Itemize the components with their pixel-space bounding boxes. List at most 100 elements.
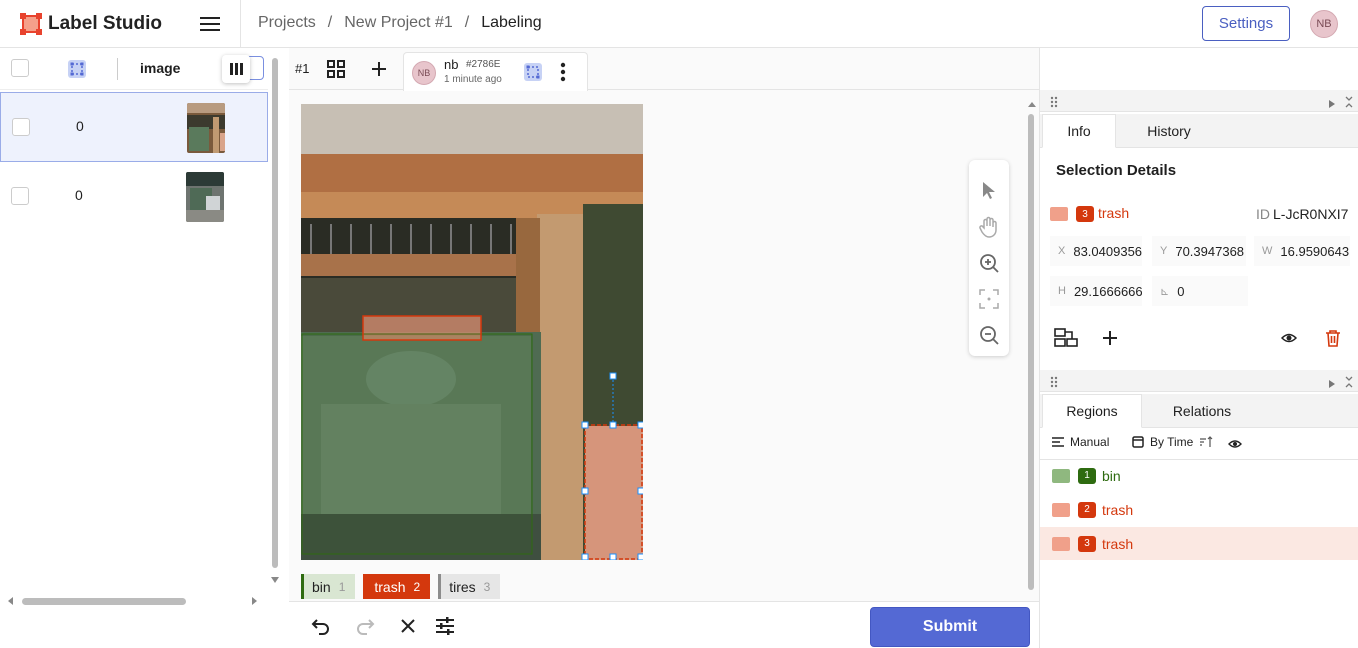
side-panels: Info History Selection Details 3 trash I… <box>1039 48 1358 648</box>
label-hotkey: 3 <box>483 579 491 594</box>
more-options-icon[interactable] <box>560 61 566 88</box>
breadcrumb-projects[interactable]: Projects <box>258 14 316 32</box>
breadcrumb-separator: / <box>327 14 333 31</box>
reset-close-icon[interactable] <box>400 618 416 639</box>
scrollbar-thumb[interactable] <box>272 58 278 568</box>
pan-hand-icon[interactable] <box>979 216 999 243</box>
annotations-column-icon <box>68 60 86 78</box>
grouping-selector[interactable]: Manual <box>1052 435 1109 449</box>
tab-info[interactable]: Info <box>1042 114 1116 148</box>
visibility-eye-icon[interactable] <box>1280 331 1298 350</box>
region-list-item[interactable]: 1 bin <box>1040 459 1358 492</box>
add-icon[interactable] <box>1102 330 1118 351</box>
app-logo[interactable]: Label Studio <box>20 13 162 35</box>
region-id-label: ID <box>1256 206 1270 222</box>
annotator-name: nb <box>444 57 459 72</box>
settings-button[interactable]: Settings <box>1202 6 1290 41</box>
row-checkbox[interactable] <box>12 118 30 136</box>
zoom-to-fit-icon[interactable] <box>979 289 999 314</box>
drag-handle-icon[interactable] <box>1050 95 1058 113</box>
region-index-badge: 3 <box>1076 206 1094 222</box>
annotator-avatar: NB <box>412 61 436 85</box>
scrollbar-thumb[interactable] <box>1028 114 1034 590</box>
breadcrumb-project[interactable]: New Project #1 <box>344 14 453 32</box>
region-id: L-JcR0NXI7 <box>1273 206 1349 222</box>
label-studio-logo-icon <box>20 13 42 35</box>
tab-relations[interactable]: Relations <box>1142 394 1262 428</box>
visibility-eye-icon[interactable] <box>1228 437 1242 455</box>
detach-panel-icon[interactable] <box>1344 95 1354 113</box>
regions-panel-header <box>1040 370 1358 392</box>
menu-hamburger-icon[interactable] <box>200 14 220 34</box>
region-list-item[interactable]: 2 trash <box>1040 493 1358 526</box>
bottom-toolbar: Submit <box>289 601 1039 648</box>
grid-view-icon[interactable] <box>327 60 345 83</box>
field-x[interactable]: X 83.0409356 <box>1050 236 1142 266</box>
user-avatar[interactable]: NB <box>1310 10 1338 38</box>
label-name: trash <box>374 578 406 595</box>
select-all-checkbox[interactable] <box>11 59 29 77</box>
breadcrumb: Projects / New Project #1 / Labeling <box>258 14 542 32</box>
label-hotkey: 1 <box>338 579 346 594</box>
delete-trash-icon[interactable] <box>1325 329 1341 352</box>
settings-sliders-icon[interactable] <box>435 616 455 641</box>
image-tools-panel <box>969 160 1009 356</box>
add-annotation-icon[interactable] <box>370 60 388 83</box>
label-trash[interactable]: trash 2 <box>363 574 431 599</box>
field-y[interactable]: Y 70.3947368 <box>1152 236 1246 266</box>
tab-history[interactable]: History <box>1116 114 1222 148</box>
region-index-badge: 1 <box>1078 467 1096 484</box>
field-w[interactable]: W 16.9590643 <box>1254 236 1350 266</box>
collapse-panel-icon[interactable] <box>1328 376 1336 394</box>
label-palette: bin 1 trash 2 tires 3 <box>301 574 501 599</box>
row-checkbox[interactable] <box>11 187 29 205</box>
field-h[interactable]: H 29.1666666 <box>1050 276 1142 306</box>
scrollbar-thumb[interactable] <box>22 598 186 605</box>
task-id: #1 <box>295 61 310 76</box>
top-bar: Label Studio Projects / New Project #1 /… <box>0 0 1358 48</box>
columns-toggle-button[interactable] <box>222 55 264 83</box>
drag-handle-icon[interactable] <box>1050 375 1058 393</box>
task-thumbnail <box>186 172 224 222</box>
region-label: bin <box>1102 467 1121 484</box>
divider <box>240 0 241 48</box>
submit-button[interactable]: Submit <box>870 607 1030 647</box>
redo-icon[interactable] <box>355 616 375 641</box>
canvas-scrollbar[interactable] <box>1027 100 1037 595</box>
task-row[interactable]: 0 <box>0 162 268 232</box>
ordering-selector[interactable]: By Time <box>1132 435 1213 449</box>
breadcrumb-current: Labeling <box>481 14 542 31</box>
region-list-item-selected[interactable]: 3 trash <box>1040 527 1358 560</box>
field-rotation[interactable]: ⊾ 0 <box>1152 276 1248 306</box>
region-index-badge: 3 <box>1078 535 1096 552</box>
task-list-scrollbar[interactable] <box>268 48 288 648</box>
region-color-swatch <box>1052 468 1070 483</box>
task-list-panel: image 0 0 <box>0 48 288 648</box>
info-panel-header <box>1040 90 1358 112</box>
label-bin[interactable]: bin 1 <box>301 574 356 599</box>
zoom-in-icon[interactable] <box>979 253 999 278</box>
columns-icon[interactable] <box>222 55 250 83</box>
label-tires[interactable]: tires 3 <box>438 574 501 599</box>
label-name: tires <box>449 578 476 595</box>
annotation-count: 0 <box>75 187 83 203</box>
undo-icon[interactable] <box>311 616 331 641</box>
collapse-panel-icon[interactable] <box>1328 96 1336 114</box>
sort-direction-icon <box>1200 436 1213 447</box>
relation-link-icon[interactable] <box>1054 328 1078 353</box>
annotation-id: #2786E <box>466 59 501 70</box>
select-cursor-icon[interactable] <box>980 180 998 205</box>
annotation-tab[interactable]: NB nb #2786E 1 minute ago <box>403 52 588 91</box>
zoom-out-icon[interactable] <box>979 325 999 350</box>
task-list-header: image <box>0 48 268 90</box>
column-header-image[interactable]: image <box>140 60 180 76</box>
calendar-icon <box>1132 436 1144 448</box>
task-row[interactable]: 0 <box>0 92 268 162</box>
detach-panel-icon[interactable] <box>1344 375 1354 393</box>
tab-regions[interactable]: Regions <box>1042 394 1142 428</box>
region-label: trash <box>1102 501 1134 518</box>
annotation-count: 0 <box>76 118 84 134</box>
image-canvas[interactable] <box>301 104 643 560</box>
region-type-icon <box>524 63 542 81</box>
task-list-hscrollbar[interactable] <box>0 592 268 612</box>
